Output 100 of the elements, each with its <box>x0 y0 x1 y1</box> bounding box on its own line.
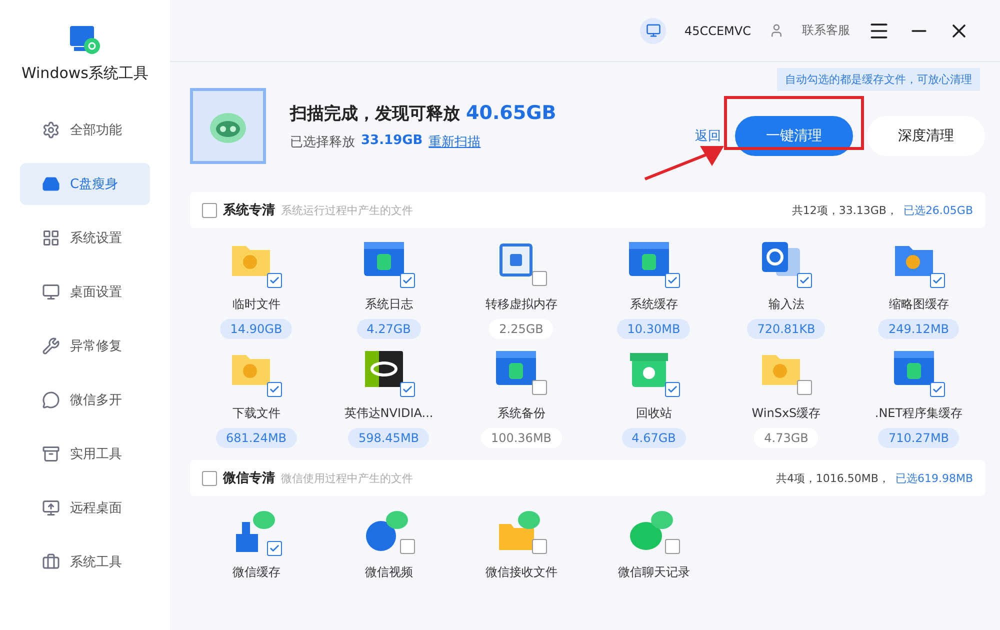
deep-clean-button[interactable]: 深度清理 <box>867 116 985 156</box>
sidebar-item[interactable]: 远程桌面 <box>20 487 150 529</box>
eye-logo-icon <box>362 349 405 389</box>
section-total: 共12项，33.13GB， <box>792 202 898 218</box>
item-label: 英伟达NVIDIA... <box>344 405 434 422</box>
checkbox[interactable] <box>930 273 945 288</box>
nav-icon <box>42 175 60 193</box>
checkbox[interactable] <box>797 273 812 288</box>
window-icon <box>892 349 935 387</box>
checkbox[interactable] <box>532 539 548 554</box>
sidebar-item[interactable]: 全部功能 <box>20 109 150 151</box>
user-icon <box>769 23 784 38</box>
check-icon <box>932 384 943 395</box>
check-icon <box>799 275 810 286</box>
check-icon <box>269 384 280 395</box>
app-title: Windows系统工具 <box>22 64 148 83</box>
check-icon <box>269 275 280 286</box>
sidebar-item[interactable]: 微信多开 <box>20 379 150 421</box>
checkbox[interactable] <box>664 273 680 288</box>
support-link[interactable]: 联系客服 <box>802 22 850 39</box>
nav-icon <box>42 553 60 571</box>
nav-icon <box>42 229 60 247</box>
size-tag: 720.81KB <box>747 319 826 339</box>
checkbox[interactable] <box>532 271 548 286</box>
sidebar-item[interactable]: 实用工具 <box>20 433 150 475</box>
checkbox[interactable] <box>400 539 415 554</box>
check-icon <box>402 384 413 395</box>
item-label: 回收站 <box>636 405 672 422</box>
section-selected: 已选619.98MB <box>895 470 973 486</box>
sidebar-item[interactable]: 桌面设置 <box>20 271 150 313</box>
checkbox[interactable] <box>267 541 282 556</box>
tip-banner: 自动勾选的都是缓存文件，可放心清理 <box>777 68 980 91</box>
selected-label: 已选择释放 <box>290 134 355 150</box>
item-label: 输入法 <box>768 296 804 313</box>
item-label: 微信视频 <box>364 564 413 581</box>
nav-icon <box>42 283 60 301</box>
checkbox[interactable] <box>202 202 217 218</box>
checkbox[interactable] <box>930 382 945 397</box>
size-tag: 249.12MB <box>878 319 960 339</box>
checkbox[interactable] <box>664 539 680 554</box>
sidebar-item[interactable]: 系统设置 <box>20 217 150 259</box>
clean-button[interactable]: 一键清理 <box>735 116 853 156</box>
robot-icon <box>190 88 266 164</box>
sidebar-item[interactable]: 异常修复 <box>20 325 150 367</box>
checkbox[interactable] <box>797 380 812 395</box>
check-icon <box>666 384 678 395</box>
item-label: 系统日志 <box>364 296 413 313</box>
check-icon <box>666 275 678 286</box>
checkbox[interactable] <box>267 273 282 288</box>
size-tag: 681.24MB <box>216 428 297 448</box>
nav-icon <box>42 121 60 139</box>
item-label: 缩略图缓存 <box>888 296 949 313</box>
back-link[interactable]: 返回 <box>695 127 721 145</box>
size-tag: 100.36MB <box>480 428 562 448</box>
size-tag: 4.27GB <box>356 319 421 339</box>
checkbox[interactable] <box>267 382 282 397</box>
size-tag: 4.67GB <box>622 428 686 448</box>
sidebar-item[interactable]: C盘瘦身 <box>20 163 150 205</box>
section-selected: 已选26.05GB <box>903 202 973 218</box>
rescan-link[interactable]: 重新扫描 <box>428 132 481 150</box>
item-label: 临时文件 <box>232 296 280 313</box>
checkbox[interactable] <box>400 382 415 397</box>
checkbox[interactable] <box>400 273 415 288</box>
window-icon <box>362 240 405 278</box>
item-label: 微信接收文件 <box>485 564 558 581</box>
item-label: 系统缓存 <box>630 296 678 313</box>
checkbox[interactable] <box>532 380 548 395</box>
sidebar-item[interactable]: 系统工具 <box>20 541 150 583</box>
section-description: 系统运行过程中产生的文件 <box>281 202 414 218</box>
app-logo-icon <box>68 26 102 56</box>
account-id: 45CCEMVC <box>684 24 751 38</box>
nav-icon <box>42 499 60 517</box>
size-tag: 10.30MB <box>617 319 690 339</box>
size-tag: 710.27MB <box>878 428 960 448</box>
check-icon <box>269 543 280 554</box>
item-label: WinSxS缓存 <box>752 405 821 422</box>
checkbox[interactable] <box>664 382 680 397</box>
section-description: 微信使用过程中产生的文件 <box>281 470 414 486</box>
scan-result-title: 扫描完成，发现可释放 <box>290 102 460 124</box>
size-tag: 14.90GB <box>220 319 292 339</box>
item-label: .NET程序集缓存 <box>874 405 963 422</box>
item-label: 微信缓存 <box>232 564 280 581</box>
size-tag: 2.25GB <box>489 319 554 339</box>
window-icon <box>495 349 538 387</box>
nav-icon <box>42 391 60 409</box>
nav-icon <box>42 337 60 355</box>
total-size: 40.65GB <box>466 102 556 124</box>
window-icon <box>628 240 670 278</box>
section-total: 共4项，1016.50MB， <box>776 470 890 486</box>
nav-icon <box>42 445 60 463</box>
item-label: 微信聊天记录 <box>618 564 690 581</box>
checkbox[interactable] <box>202 470 217 486</box>
item-label: 下载文件 <box>232 405 280 422</box>
item-label: 转移虚拟内存 <box>485 296 558 313</box>
selected-size: 33.19GB <box>361 132 423 150</box>
check-icon <box>402 275 413 286</box>
size-tag: 4.73GB <box>754 428 818 448</box>
section-title: 系统专清 <box>223 202 275 219</box>
section-title: 微信专清 <box>223 470 275 487</box>
size-tag: 598.45MB <box>348 428 430 448</box>
